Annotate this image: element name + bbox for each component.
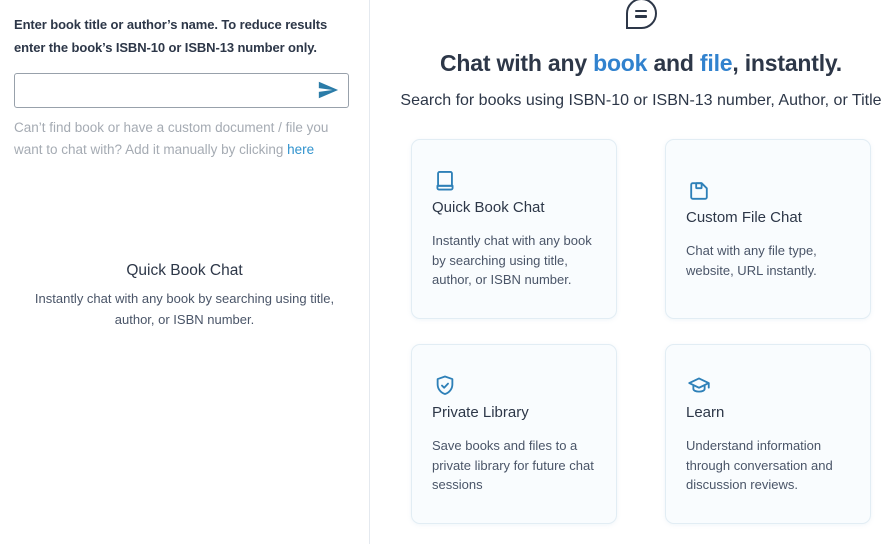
manual-add-link[interactable]: here xyxy=(287,142,314,157)
card-title: Quick Book Chat xyxy=(432,199,545,216)
manual-add-helper: Can’t find book or have a custom documen… xyxy=(14,117,344,163)
card-description: Instantly chat with any book by searchin… xyxy=(432,231,596,290)
card-custom-file-chat: Custom File Chat Chat with any file type… xyxy=(665,139,871,319)
chat-bubble-icon xyxy=(626,0,657,29)
save-icon xyxy=(686,178,712,204)
card-private-library: Private Library Save books and files to … xyxy=(411,344,617,524)
card-description: Save books and files to a private librar… xyxy=(432,436,596,495)
card-quick-book-chat: Quick Book Chat Instantly chat with any … xyxy=(411,139,617,319)
send-button[interactable] xyxy=(315,77,341,103)
graduation-cap-icon xyxy=(686,373,712,399)
feature-cards-grid: Quick Book Chat Instantly chat with any … xyxy=(411,139,871,524)
card-learn: Learn Understand information through con… xyxy=(665,344,871,524)
book-search-input[interactable] xyxy=(14,73,349,108)
sidebar-feature-title: Quick Book Chat xyxy=(14,262,355,280)
headline-part: Chat with any xyxy=(440,50,593,76)
manual-add-helper-text: Can’t find book or have a custom documen… xyxy=(14,120,328,158)
headline-highlight-file: file xyxy=(700,50,732,76)
search-instructions: Enter book title or author’s name. To re… xyxy=(14,14,352,60)
book-chat-app: Enter book title or author’s name. To re… xyxy=(0,0,884,544)
page-subtitle: Search for books using ISBN-10 or ISBN-1… xyxy=(371,92,884,110)
card-description: Understand information through conversat… xyxy=(686,436,850,495)
shield-check-icon xyxy=(432,373,458,399)
book-search-row xyxy=(14,73,355,108)
page-title: Chat with any book and file, instantly. xyxy=(371,50,884,77)
book-icon xyxy=(432,168,458,194)
send-icon xyxy=(317,89,339,104)
card-title: Learn xyxy=(686,404,724,421)
headline-part: and xyxy=(647,50,700,76)
card-description: Chat with any file type, website, URL in… xyxy=(686,241,850,280)
sidebar-feature-description: Instantly chat with any book by searchin… xyxy=(32,289,337,329)
sidebar-feature-summary: Quick Book Chat Instantly chat with any … xyxy=(14,262,355,329)
sidebar: Enter book title or author’s name. To re… xyxy=(0,0,370,544)
headline-highlight-book: book xyxy=(593,50,647,76)
headline-part: , instantly. xyxy=(732,50,842,76)
app-logo xyxy=(371,0,884,29)
card-title: Custom File Chat xyxy=(686,209,802,226)
card-title: Private Library xyxy=(432,404,529,421)
main-panel: Chat with any book and file, instantly. … xyxy=(371,0,884,544)
